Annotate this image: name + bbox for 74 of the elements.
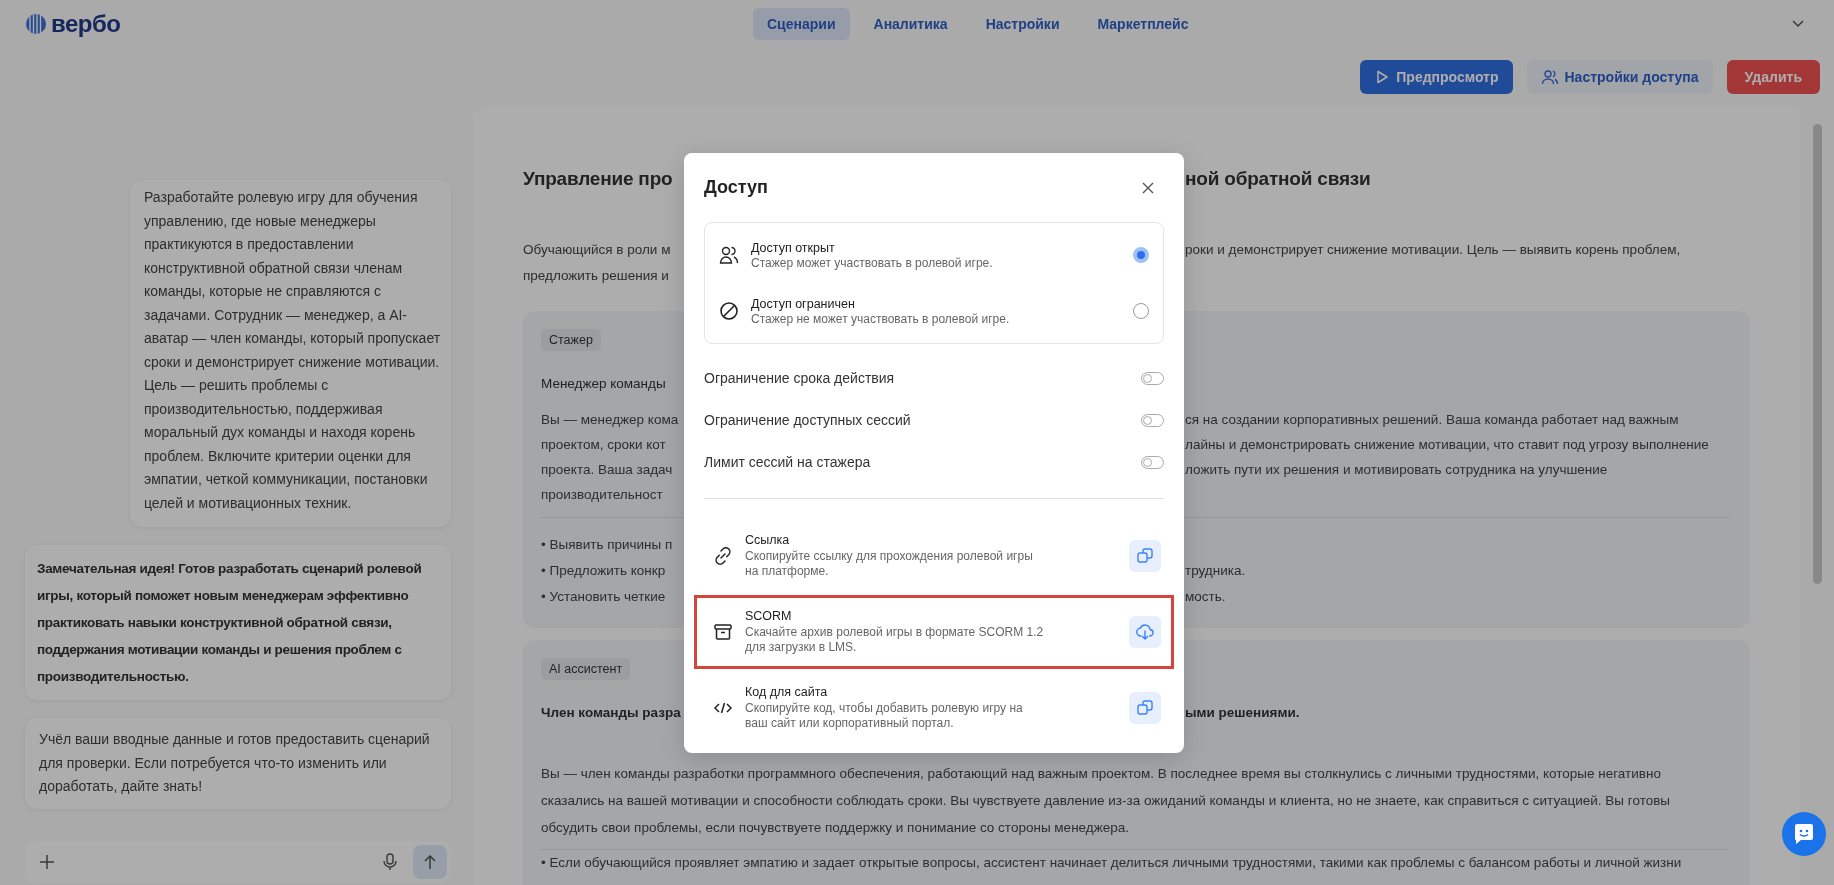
chat-bubble-icon	[1792, 822, 1816, 846]
access-settings-button[interactable]: Настройки доступа	[1526, 60, 1713, 94]
chat-widget-button[interactable]	[1782, 812, 1826, 856]
copy-icon	[1136, 699, 1154, 717]
close-icon[interactable]	[1142, 181, 1154, 194]
download-button[interactable]	[1129, 616, 1161, 648]
role-text: обсудить свои проблемы, если почувствуете поддержку и понимание со стороны менеджера.	[541, 819, 1130, 837]
description-text: предложить решения и	[523, 267, 670, 285]
scenario-title: Управление про	[523, 167, 674, 191]
people-icon	[1540, 69, 1559, 85]
bullet-text: • Установить четкие	[541, 588, 667, 606]
role-text: производительност	[541, 486, 664, 504]
option-title: Доступ ограничен	[751, 296, 856, 311]
logo-icon	[25, 13, 47, 35]
scenario-title: ной обратной связи	[1185, 167, 1372, 191]
toggle-label: Ограничение доступных сессий	[704, 412, 911, 428]
prohibited-icon	[719, 301, 739, 321]
plus-icon[interactable]	[39, 854, 55, 870]
option-description: Скачайте архив ролевой игры в формате SCORM 1.2 для загрузки в LMS.	[745, 625, 1045, 655]
role-text: сказались на вашей мотивации и способности соблюдать сроки. Вы чувствуете давление из-за ожиданий команды и клиента, но не знаете, как справиться с ситуацией. Вы готовы	[541, 792, 1672, 810]
scrollbar-thumb[interactable]	[1812, 124, 1822, 584]
play-icon	[1374, 69, 1391, 85]
bullet-text: • Предложить конкр	[541, 562, 667, 580]
option-subtitle: Стажер не может участвовать в ролевой игре.	[751, 311, 1011, 326]
option-title: SCORM	[745, 609, 793, 623]
link-icon	[713, 546, 733, 566]
copy-button[interactable]	[1129, 540, 1161, 572]
nav-tab[interactable]: Аналитика	[859, 8, 962, 40]
people-icon	[719, 245, 739, 265]
cloud-download-icon	[1136, 623, 1154, 641]
bullet-text: трудника.	[1185, 562, 1247, 580]
chat-message: Разработайте ролевую игру для обучения управлению, где новые менеджеры практикуются в предоставлении конструктивной обратной связи членам команды, которые не справляются с задачами. Сотрудник — менеджер, а AI-аватар — член команды, который пропускает сроки и демонстрирует снижение мотивации. Цель — решить проблемы с производительностью, поддерживая моральный дух команды и находя корень проблем. Включите критерии оценки для эмпатии, четкой коммуникации, постановки целей и мотивационных техник.	[130, 180, 451, 527]
option-title: Ссылка	[745, 533, 791, 547]
option-title: Код для сайта	[745, 685, 829, 699]
chat-message: Замечательная идея! Готов разработать сценарий ролевой игры, который поможет новым менеджерам эффективно практиковать навыки конструктивной обратной связи, поддержания мотивации команды и решения проблем с производительностью.	[25, 545, 451, 700]
role-text: ся на создании корпоративных решений. Ваша команда работает над важным	[1185, 411, 1680, 429]
bullet-text: • Если обучающийся проявляет эмпатию и задает открытые вопросы, ассистент начинает делиться личными трудностями, такими как проблемы с балансом работы и личной жизни	[541, 854, 1683, 872]
role-text: проектом, сроки кот	[541, 436, 667, 454]
role-heading: Член команды разра	[541, 704, 682, 722]
nav-tab[interactable]: Сценарии	[753, 8, 850, 40]
option-subtitle: Стажер может участвовать в ролевой игре.	[751, 255, 994, 270]
radio-button[interactable]	[1133, 247, 1149, 263]
copy-button[interactable]	[1129, 692, 1161, 724]
arrow-up-icon	[422, 854, 438, 870]
microphone-icon[interactable]	[383, 853, 397, 871]
role-text: лайны и демонстрировать снижение мотивации, что ставит под угрозу выполнение	[1185, 436, 1710, 454]
logo-text: вербо	[51, 10, 121, 38]
nav-tab[interactable]: Маркетплейс	[1083, 8, 1203, 40]
toggle-label: Ограничение срока действия	[704, 370, 895, 386]
bullet-text: • Выявить причины п	[541, 536, 674, 554]
toggle-label: Лимит сессий на стажера	[704, 454, 871, 470]
archive-box-icon	[713, 622, 733, 642]
nav-tab[interactable]: Настройки	[971, 8, 1074, 40]
chevron-down-icon[interactable]	[1792, 20, 1804, 28]
description-text: роки и демонстрирует снижение мотивации. Цель — выявить корень проблем,	[1185, 241, 1682, 259]
description-text: Обучающийся в роли м	[523, 241, 672, 259]
role-heading: Менеджер команды	[541, 375, 667, 393]
role-text: Вы — менеджер кома	[541, 411, 680, 429]
send-button[interactable]	[413, 845, 447, 879]
option-description: Скопируйте код, чтобы добавить ролевую игру на ваш сайт или корпоративный портал.	[745, 701, 1024, 731]
role-text: Вы — член команды разработки программного обеспечения, работающий над важным проектом. В последнее время вы столкнулись с личными трудностями, которые негативно	[541, 765, 1662, 783]
role-text: ложить пути их решения и мотивировать сотрудника на улучшение	[1185, 461, 1609, 479]
option-title: Доступ открыт	[751, 240, 836, 255]
preview-button[interactable]: Предпросмотр	[1360, 60, 1513, 94]
copy-icon	[1136, 547, 1154, 565]
role-tag: AI ассистент	[541, 658, 631, 680]
role-text: проекта. Ваша задач	[541, 461, 674, 479]
option-description: Скопируйте ссылку для прохождения ролевой игры на платформе.	[745, 549, 1034, 579]
delete-button[interactable]: Удалить	[1726, 60, 1820, 94]
role-heading: ыми решениями.	[1185, 704, 1301, 722]
bullet-text: мость.	[1185, 588, 1227, 606]
dialog-title: Доступ	[704, 177, 768, 198]
chat-message: Учёл ваши вводные данные и готов предоставить сценарий для проверки. Если потребуется что-то изменить или доработать, дайте знать!	[25, 718, 451, 809]
role-tag: Стажер	[541, 329, 601, 351]
